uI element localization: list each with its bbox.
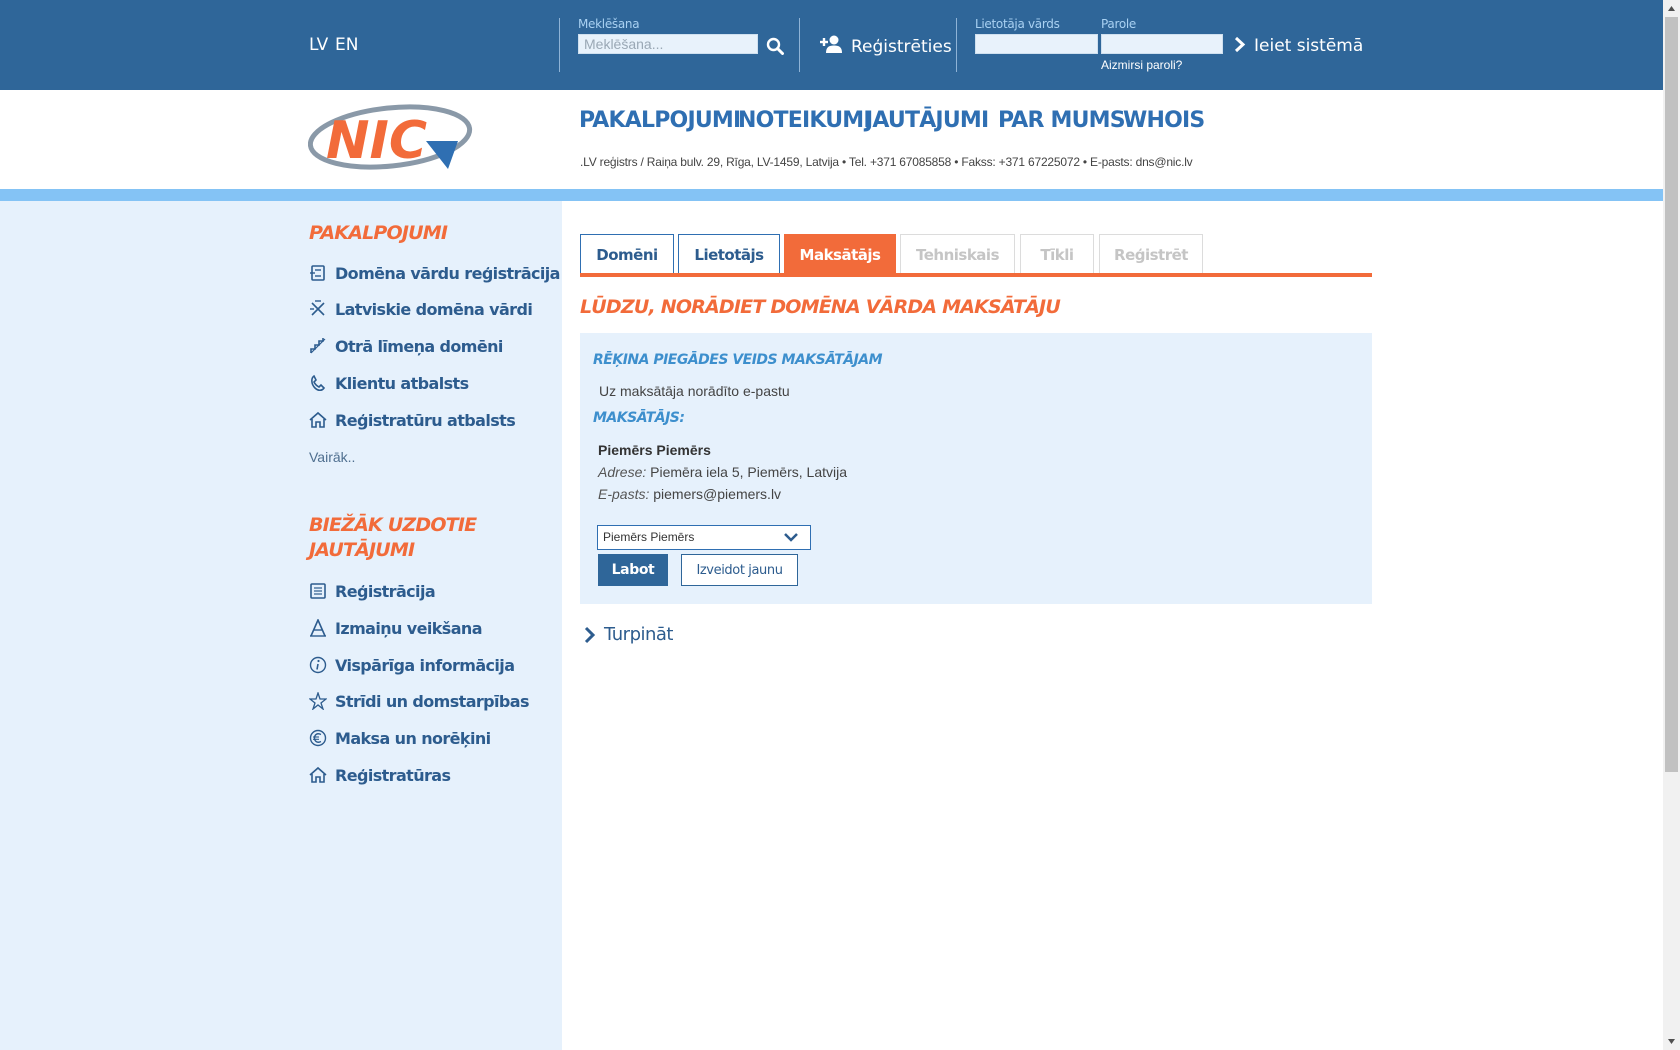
edit-button[interactable]: Labot: [598, 554, 668, 586]
chevron-down-icon: [784, 533, 798, 542]
faq-title-line-2: JAUTĀJUMI: [309, 539, 415, 561]
tab-networks: Tīkli: [1020, 234, 1094, 274]
sidebar-item-registrar-support[interactable]: Reģistratūru atbalsts: [309, 409, 516, 431]
add-user-icon[interactable]: [819, 34, 843, 54]
house-icon: [309, 411, 327, 428]
tab-technical: Tehniskais: [900, 234, 1015, 274]
sidebar-item-faq-registrars[interactable]: Reģistratūras: [309, 764, 451, 786]
sidebar-item-label: Reģistrācija: [335, 581, 436, 601]
search-input[interactable]: Meklēšana...: [578, 34, 758, 54]
continue-label: Turpināt: [604, 624, 674, 645]
nic-logo[interactable]: NIC: [308, 103, 474, 171]
euro-icon: [309, 729, 327, 747]
domain-icon: [310, 265, 325, 281]
sidebar-item-label: Klientu atbalsts: [335, 373, 469, 393]
username-label: Lietotāja vārds: [975, 17, 1060, 31]
sidebar-item-faq-registration[interactable]: Reģistrācija: [309, 580, 436, 602]
sidebar-item-label: Izmaiņu veikšana: [335, 618, 482, 638]
info-icon: [309, 656, 327, 674]
password-label: Parole: [1101, 17, 1136, 31]
scroll-up-icon[interactable]: [1667, 4, 1676, 13]
tab-payer[interactable]: Maksātājs: [784, 234, 896, 274]
sidebar-item-label: Reģistratūru atbalsts: [335, 410, 516, 430]
sidebar-item-second-level-domains[interactable]: Otrā līmeņa domēni: [309, 335, 503, 357]
chevron-right-icon: [584, 626, 596, 643]
stairs-icon: [310, 338, 326, 354]
tab-domains[interactable]: Domēni: [580, 234, 674, 274]
address-label: Adrese:: [598, 464, 647, 480]
divider: [956, 18, 957, 72]
tab-user[interactable]: Lietotājs: [678, 234, 780, 274]
lang-en-link[interactable]: EN: [335, 35, 358, 55]
sidebar-item-label: Strīdi un domstarpības: [335, 691, 530, 711]
tab-register: Reģistrēt: [1099, 234, 1203, 274]
faq-title-line-1: BIEŽĀK UZDOTIE: [309, 514, 477, 536]
nav-about[interactable]: PAR MUMS: [998, 108, 1126, 133]
search-icon[interactable]: [766, 37, 784, 55]
payer-email: E-pasts: piemers@piemers.lv: [598, 486, 781, 502]
email-label: E-pasts:: [598, 486, 650, 502]
lang-lv-link[interactable]: LV: [309, 35, 328, 55]
sidebar-item-label: Reģistratūras: [335, 765, 451, 785]
create-new-button[interactable]: Izveidot jaunu: [681, 554, 798, 586]
delivery-heading: RĒĶINA PIEGĀDES VEIDS MAKSĀTĀJAM: [593, 352, 883, 368]
forgot-password-link[interactable]: Aizmirsi paroli?: [1101, 58, 1182, 72]
sidebar-item-customer-support[interactable]: Klientu atbalsts: [309, 372, 469, 394]
email-value: piemers@piemers.lv: [653, 486, 782, 502]
chevron-right-icon[interactable]: [1234, 36, 1246, 53]
house-icon: [309, 766, 327, 783]
payer-select-value: Piemērs Piemērs: [603, 530, 695, 544]
sidebar-item-faq-changes[interactable]: Izmaiņu veikšana: [309, 617, 482, 639]
payer-heading: MAKSĀTĀJS:: [593, 410, 685, 426]
header: [0, 90, 1663, 190]
scrollbar-thumb[interactable]: [1665, 17, 1678, 772]
tab-underline: [580, 273, 1372, 277]
sidebar-item-label: Domēna vārdu reģistrācija: [335, 263, 560, 283]
sidebar-item-label: Vispārīga informācija: [335, 655, 515, 675]
more-link[interactable]: Vairāk..: [309, 449, 355, 465]
divider: [559, 18, 560, 72]
contact-info: .LV reģistrs / Raiņa bulv. 29, Rīga, LV-…: [580, 155, 1193, 169]
address-value: Piemēra iela 5, Piemērs, Latvija: [650, 464, 848, 480]
sidebar-services-title: PAKALPOJUMI: [309, 222, 448, 244]
sidebar-item-label: Latviskie domēna vārdi: [335, 299, 533, 319]
nav-questions[interactable]: JAUTĀJUMI: [865, 108, 989, 133]
nav-services[interactable]: PAKALPOJUMI: [579, 108, 741, 133]
payer-name: Piemērs Piemērs: [598, 442, 711, 458]
sidebar-item-faq-disputes[interactable]: Strīdi un domstarpības: [309, 690, 530, 712]
sidebar-item-latvian-domains[interactable]: Latviskie domēna vārdi: [309, 298, 533, 320]
password-input[interactable]: [1101, 34, 1223, 54]
sidebar-item-faq-payments[interactable]: Maksa un norēķini: [309, 727, 491, 749]
latvian-letters-icon: [310, 300, 325, 316]
nav-whois[interactable]: WHOIS: [1123, 108, 1205, 133]
username-input[interactable]: [975, 34, 1098, 54]
spark-icon: [309, 692, 327, 710]
register-link[interactable]: Reģistrēties: [851, 37, 952, 57]
sidebar-item-label: Maksa un norēķini: [335, 728, 491, 748]
continue-link[interactable]: Turpināt: [584, 624, 674, 645]
document-icon: [310, 583, 326, 599]
header-stripe: [0, 189, 1663, 201]
sidebar-item-label: Otrā līmeņa domēni: [335, 336, 503, 356]
payer-address: Adrese: Piemēra iela 5, Piemērs, Latvija: [598, 464, 847, 480]
sidebar-item-faq-general-info[interactable]: Vispārīga informācija: [309, 654, 515, 676]
nav-rules[interactable]: NOTEIKUMI: [738, 108, 872, 133]
svg-text:NIC: NIC: [326, 111, 427, 171]
payer-select[interactable]: Piemērs Piemērs: [597, 525, 811, 550]
sidebar-faq-title: BIEŽĀK UZDOTIE JAUTĀJUMI: [309, 513, 477, 563]
letter-a-icon: [310, 619, 326, 637]
scroll-down-icon[interactable]: [1667, 1037, 1676, 1046]
sidebar-item-domain-registration[interactable]: Domēna vārdu reģistrācija: [309, 262, 560, 284]
delivery-value: Uz maksātāja norādīto e-pastu: [599, 383, 790, 399]
login-link[interactable]: Ieiet sistēmā: [1254, 36, 1363, 56]
page-title: LŪDZU, NORĀDIET DOMĒNA VĀRDA MAKSĀTĀJU: [580, 296, 1061, 318]
search-label: Meklēšana: [578, 17, 640, 31]
divider: [799, 18, 800, 72]
phone-icon: [311, 374, 326, 392]
